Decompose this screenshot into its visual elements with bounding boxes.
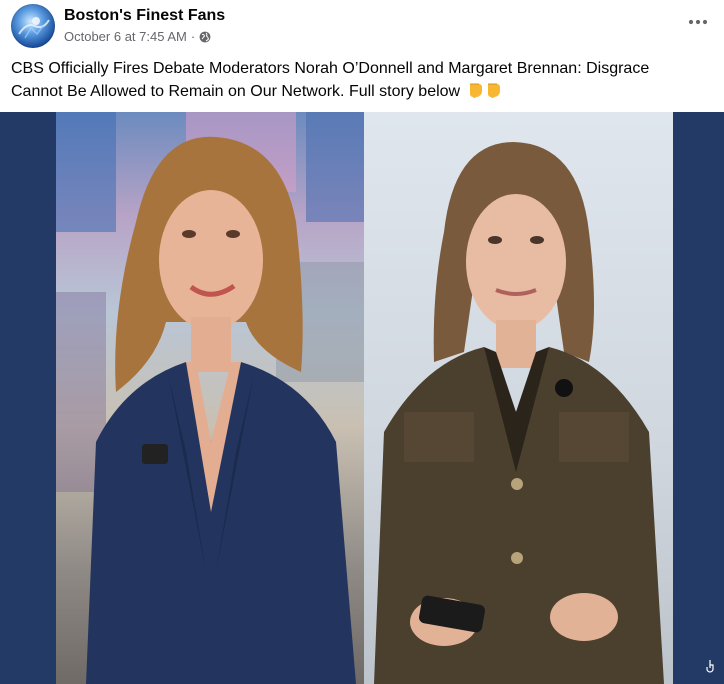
photo-left-panel — [56, 112, 364, 684]
caption-text: CBS Officially Fires Debate Moderators N… — [11, 60, 650, 100]
post-meta: October 6 at 7:45 AM · — [64, 29, 211, 45]
globe-icon[interactable] — [199, 31, 211, 43]
post-header: Boston's Finest Fans October 6 at 7:45 A… — [0, 0, 724, 56]
more-options-icon — [688, 19, 708, 25]
page-name-link[interactable]: Boston's Finest Fans — [64, 7, 225, 25]
more-options-button[interactable] — [686, 10, 710, 34]
mouse-pointer-icon — [706, 659, 716, 678]
post-timestamp[interactable]: October 6 at 7:45 AM — [64, 29, 187, 45]
meta-separator: · — [190, 29, 196, 44]
post-image[interactable] — [0, 112, 724, 684]
photo-right-panel — [364, 112, 673, 684]
post-caption: CBS Officially Fires Debate Moderators N… — [11, 57, 701, 106]
pointing-down-emoji-icon — [467, 81, 503, 106]
page-avatar[interactable] — [11, 4, 55, 48]
facebook-post: Boston's Finest Fans October 6 at 7:45 A… — [0, 0, 724, 684]
